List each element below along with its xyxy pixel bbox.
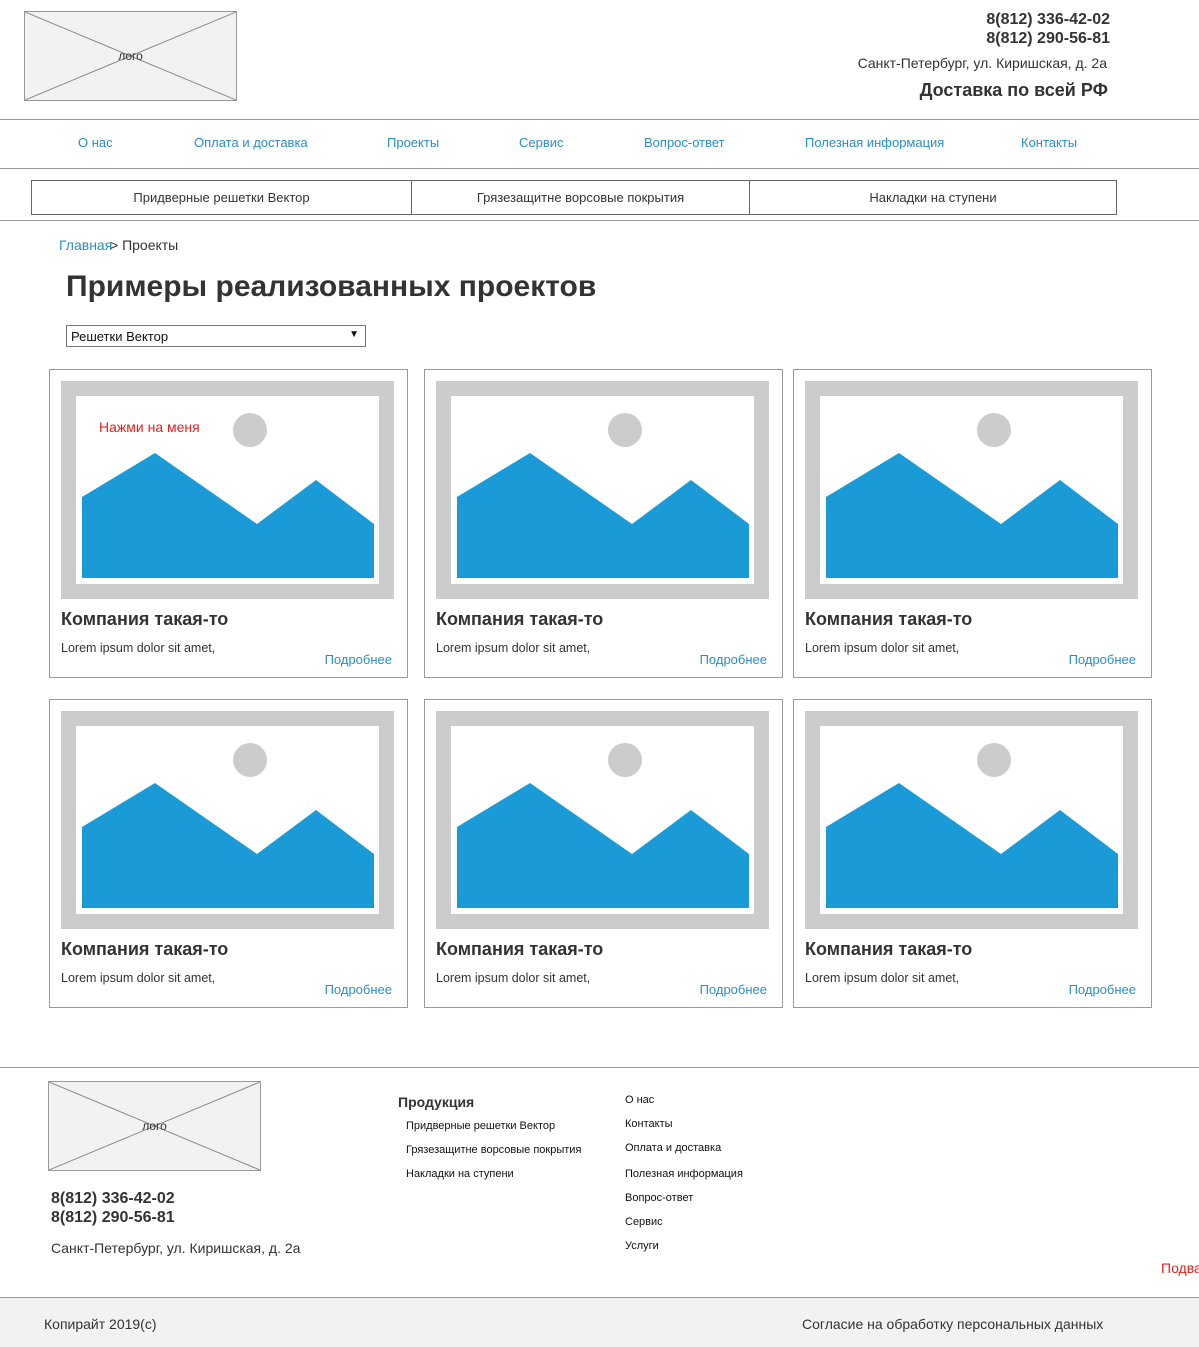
project-card[interactable]: Компания такая-то Lorem ipsum dolor sit a… — [793, 369, 1152, 678]
project-card[interactable]: Компания такая-то Lorem ipsum dolor sit a… — [424, 699, 783, 1008]
divider — [0, 119, 1199, 120]
project-filter-select[interactable]: Решетки Вектор ▼ — [66, 325, 366, 347]
footer-link-service[interactable]: Сервис — [625, 1216, 663, 1228]
footer-link-services[interactable]: Услуги — [625, 1240, 659, 1252]
footer-edge-text: Подва — [1161, 1260, 1199, 1276]
project-card-title: Компания такая-то — [61, 939, 229, 959]
footer-product-link[interactable]: Грязезащитне ворсовые покрытия — [406, 1144, 581, 1156]
divider — [0, 1067, 1199, 1068]
project-card-title: Компания такая-то — [436, 939, 604, 959]
copyright: Копирайт 2019(c) — [44, 1316, 157, 1332]
nav-item-service[interactable]: Сервис — [519, 135, 564, 150]
breadcrumb-current: > Проекты — [110, 237, 179, 253]
details-link[interactable]: Подробнее — [1069, 982, 1136, 997]
project-image[interactable] — [61, 711, 394, 929]
project-card-text: Lorem ipsum dolor sit amet, — [436, 641, 591, 655]
image-placeholder-icon — [826, 413, 1118, 578]
footer-link-about[interactable]: О нас — [625, 1094, 654, 1106]
image-placeholder-icon — [826, 743, 1118, 908]
project-card-text: Lorem ipsum dolor sit amet, — [61, 971, 216, 985]
project-card-title: Компания такая-то — [436, 609, 604, 629]
nav-item-projects[interactable]: Проекты — [387, 135, 439, 150]
project-card-text: Lorem ipsum dolor sit amet, — [805, 971, 960, 985]
divider — [0, 220, 1199, 221]
footer-phone-1[interactable]: 8(812) 336-42-02 — [51, 1190, 175, 1208]
header-delivery: Доставка по всей РФ — [919, 80, 1108, 100]
nav-item-contacts[interactable]: Контакты — [1021, 135, 1077, 150]
footer-address: Санкт-Петербург, ул. Киришская, д. 2а — [51, 1240, 301, 1256]
project-card-text: Lorem ipsum dolor sit amet, — [61, 641, 216, 655]
project-card-title: Компания такая-то — [805, 609, 973, 629]
project-image[interactable] — [805, 381, 1138, 599]
project-card[interactable]: Компания такая-то Lorem ipsum dolor sit a… — [49, 699, 408, 1008]
project-card-title: Компания такая-то — [61, 609, 229, 629]
footer-link-faq[interactable]: Вопрос-ответ — [625, 1192, 693, 1204]
project-card-title: Компания такая-то — [805, 939, 973, 959]
footer-link-payment[interactable]: Оплата и доставка — [625, 1142, 721, 1154]
footer-products-heading: Продукция — [398, 1094, 475, 1110]
details-link[interactable]: Подробнее — [700, 652, 767, 667]
category-tab-vector-grates[interactable]: Придверные решетки Вектор — [31, 180, 412, 215]
project-card[interactable]: Нажми на меня Компания такая-то Lorem ipsu… — [49, 369, 408, 678]
category-tab-stair-treads[interactable]: Накладки на ступени — [749, 180, 1117, 215]
nav-item-about[interactable]: О нас — [78, 135, 113, 150]
header-logo[interactable]: лого — [24, 11, 237, 101]
page-title: Примеры реализованных проектов — [66, 270, 597, 303]
details-link[interactable]: Подробнее — [1069, 652, 1136, 667]
details-link[interactable]: Подробнее — [700, 982, 767, 997]
project-card-text: Lorem ipsum dolor sit amet, — [805, 641, 960, 655]
image-placeholder-icon — [457, 413, 749, 578]
nav-item-payment-delivery[interactable]: Оплата и доставка — [194, 135, 308, 150]
divider — [0, 168, 1199, 169]
category-tab-pile-coverings[interactable]: Грязезащитне ворсовые покрытия — [411, 180, 750, 215]
details-link[interactable]: Подробнее — [325, 652, 392, 667]
project-card[interactable]: Компания такая-то Lorem ipsum dolor sit a… — [424, 369, 783, 678]
click-me-hint[interactable]: Нажми на меня — [99, 419, 200, 435]
nav-item-useful-info[interactable]: Полезная информация — [805, 135, 944, 150]
logo-label: лого — [142, 1119, 167, 1133]
footer-product-link[interactable]: Накладки на ступени — [406, 1168, 514, 1180]
bottom-bar: Копирайт 2019(c) Согласие на обработку п… — [0, 1297, 1199, 1347]
logo-label: лого — [118, 49, 143, 63]
project-image[interactable] — [436, 711, 769, 929]
project-card[interactable]: Компания такая-то Lorem ipsum dolor sit a… — [793, 699, 1152, 1008]
header-phone-1[interactable]: 8(812) 336-42-02 — [986, 11, 1110, 29]
footer-link-useful-info[interactable]: Полезная информация — [625, 1168, 743, 1180]
header-address: Санкт-Петербург, ул. Киришская, д. 2а — [857, 55, 1107, 71]
footer-logo[interactable]: лого — [48, 1081, 261, 1171]
image-placeholder-icon — [82, 743, 374, 908]
project-card-text: Lorem ipsum dolor sit amet, — [436, 971, 591, 985]
nav-item-faq[interactable]: Вопрос-ответ — [644, 135, 725, 150]
footer-product-link[interactable]: Придверные решетки Вектор — [406, 1120, 555, 1132]
project-image[interactable]: Нажми на меня — [61, 381, 394, 599]
select-value: Решетки Вектор — [71, 329, 169, 344]
image-placeholder-icon — [457, 743, 749, 908]
footer-link-contacts[interactable]: Контакты — [625, 1118, 673, 1130]
dropdown-arrow-icon: ▼ — [349, 329, 359, 340]
header-phone-2[interactable]: 8(812) 290-56-81 — [986, 30, 1110, 48]
project-image[interactable] — [436, 381, 769, 599]
project-image[interactable] — [805, 711, 1138, 929]
consent-link[interactable]: Согласие на обработку персональных данны… — [802, 1316, 1103, 1332]
details-link[interactable]: Подробнее — [325, 982, 392, 997]
breadcrumb-home[interactable]: Главная — [59, 237, 112, 253]
footer-phone-2[interactable]: 8(812) 290-56-81 — [51, 1209, 175, 1227]
